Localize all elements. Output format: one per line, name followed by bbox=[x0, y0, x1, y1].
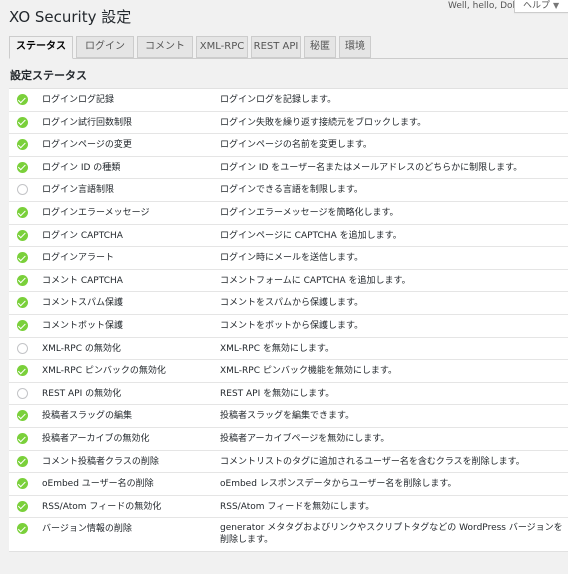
setting-name: 投稿者アーカイブの無効化 bbox=[42, 433, 150, 444]
check-circle-icon bbox=[17, 252, 28, 264]
status-row: ログインエラーメッセージ ログインエラーメッセージを簡略化します。 bbox=[9, 202, 568, 225]
status-row: ログインページの変更 ログインページの名前を変更します。 bbox=[9, 134, 568, 157]
setting-description: ログイン ID をユーザー名またはメールアドレスのどちらかに制限します。 bbox=[220, 162, 523, 173]
status-row: XML-RPC の無効化 XML-RPC を無効にします。 bbox=[9, 338, 568, 361]
check-circle-icon bbox=[17, 94, 28, 105]
setting-description: ログインログを記録します。 bbox=[220, 95, 337, 105]
status-row: XML-RPC ピンバックの無効化 XML-RPC ピンバック機能を無効にします。 bbox=[9, 360, 568, 383]
check-circle-icon bbox=[17, 500, 28, 512]
setting-description: コメントリストのタグに追加されるユーザー名を含むクラスを削除します。 bbox=[220, 456, 525, 467]
status-row: ログイン言語制限 ログインできる言語を制限します。 bbox=[9, 179, 568, 202]
help-tab-button[interactable]: ヘルプ ▼ bbox=[514, 0, 568, 13]
empty-circle-icon bbox=[17, 342, 28, 354]
setting-name: コメントボット保護 bbox=[42, 320, 124, 331]
section-title: 設定ステータス bbox=[10, 69, 87, 82]
user-greeting[interactable]: Well, hello, Dolly bbox=[448, 0, 523, 12]
setting-description: 投稿者スラッグを編集できます。 bbox=[220, 411, 355, 422]
settings-tabs: ステータス ログイン コメント XML-RPC REST API 秘匿 環境 bbox=[9, 36, 568, 59]
setting-name: ログイン ID の種類 bbox=[42, 162, 121, 173]
setting-description: ログインエラーメッセージを簡略化します。 bbox=[220, 207, 399, 218]
status-row: ログインログ記録 ログインログを記録します。 bbox=[9, 89, 568, 112]
setting-name: ログイン言語制限 bbox=[42, 185, 115, 196]
check-circle-icon bbox=[17, 410, 28, 422]
setting-description: ログイン時にメールを送信します。 bbox=[220, 253, 364, 264]
status-row: oEmbed ユーザー名の削除 oEmbed レスポンスデータからユーザー名を削除… bbox=[9, 473, 568, 496]
setting-name: ログイン CAPTCHA bbox=[42, 230, 123, 241]
status-row: ログインアラート ログイン時にメールを送信します。 bbox=[9, 247, 568, 270]
setting-name: ログインページの変更 bbox=[42, 140, 132, 151]
empty-circle-icon bbox=[17, 387, 28, 399]
status-row: RSS/Atom フィードの無効化 RSS/Atom フィードを無効にします。 bbox=[9, 496, 568, 519]
setting-name: XML-RPC の無効化 bbox=[42, 343, 121, 354]
status-row: バージョン情報の削除 generator メタタグおよびリンクやスクリプトタグなど… bbox=[9, 518, 568, 553]
setting-name: ログイン試行回数制限 bbox=[42, 117, 133, 128]
status-row: 投稿者アーカイブの無効化 投稿者アーカイブページを無効にします。 bbox=[9, 428, 568, 451]
check-circle-icon bbox=[17, 523, 28, 535]
setting-name: ログインエラーメッセージ bbox=[42, 207, 150, 218]
setting-name: コメント CAPTCHA bbox=[42, 275, 123, 286]
status-row: コメント CAPTCHA コメントフォームに CAPTCHA を追加します。 bbox=[9, 270, 568, 293]
setting-name: 投稿者スラッグの編集 bbox=[42, 411, 133, 422]
tab-login[interactable]: ログイン bbox=[76, 36, 134, 58]
setting-name: REST API の無効化 bbox=[42, 388, 122, 399]
caret-down-icon: ▼ bbox=[553, 1, 560, 10]
help-label: ヘルプ bbox=[523, 1, 551, 11]
check-circle-icon bbox=[17, 274, 28, 286]
setting-description: XML-RPC を無効にします。 bbox=[220, 343, 334, 354]
status-row: 投稿者スラッグの編集 投稿者スラッグを編集できます。 bbox=[9, 405, 568, 428]
setting-description: ログイン失敗を繰り返す接続元をブロックします。 bbox=[220, 117, 427, 128]
setting-description: RSS/Atom フィードを無効にします。 bbox=[220, 501, 375, 512]
status-row: コメントスパム保護 コメントをスパムから保護します。 bbox=[9, 292, 568, 315]
check-circle-icon bbox=[17, 206, 28, 218]
tab-xml-rpc[interactable]: XML-RPC bbox=[196, 36, 248, 58]
status-row: コメント投稿者クラスの削除 コメントリストのタグに追加されるユーザー名を含むクラス… bbox=[9, 451, 568, 474]
setting-description: コメントフォームに CAPTCHA を追加します。 bbox=[220, 275, 411, 286]
setting-description: generator メタタグおよびリンクやスクリプトタグなどの WordPres… bbox=[220, 523, 563, 546]
setting-name: ログインアラート bbox=[42, 253, 115, 264]
tab-secret[interactable]: 秘匿 bbox=[304, 36, 336, 58]
check-circle-icon bbox=[17, 229, 28, 241]
setting-description: REST API を無効にします。 bbox=[220, 388, 335, 399]
check-circle-icon bbox=[17, 116, 28, 128]
setting-name: バージョン情報の削除 bbox=[42, 524, 132, 535]
status-row: ログイン試行回数制限 ログイン失敗を繰り返す接続元をブロックします。 bbox=[9, 112, 568, 135]
setting-description: ログインできる言語を制限します。 bbox=[220, 185, 363, 196]
setting-name: コメント投稿者クラスの削除 bbox=[42, 456, 159, 467]
setting-name: ログインログ記録 bbox=[42, 95, 115, 105]
check-circle-icon bbox=[17, 297, 28, 309]
check-circle-icon bbox=[17, 478, 28, 490]
status-row: ログイン CAPTCHA ログインページに CAPTCHA を追加します。 bbox=[9, 225, 568, 248]
status-row: コメントボット保護 コメントをボットから保護します。 bbox=[9, 315, 568, 338]
setting-description: 投稿者アーカイブページを無効にします。 bbox=[220, 433, 390, 444]
check-circle-icon bbox=[17, 455, 28, 467]
setting-description: oEmbed レスポンスデータからユーザー名を削除します。 bbox=[220, 479, 457, 490]
setting-name: コメントスパム保護 bbox=[42, 298, 124, 309]
status-row: ログイン ID の種類 ログイン ID をユーザー名またはメールアドレスのどちらか… bbox=[9, 157, 568, 180]
check-circle-icon bbox=[17, 139, 28, 151]
empty-circle-icon bbox=[17, 184, 28, 196]
setting-description: XML-RPC ピンバック機能を無効にします。 bbox=[220, 366, 397, 377]
setting-name: RSS/Atom フィードの無効化 bbox=[42, 501, 162, 512]
setting-description: ログインページの名前を変更します。 bbox=[220, 140, 372, 151]
tab-rest-api[interactable]: REST API bbox=[251, 36, 301, 58]
check-circle-icon bbox=[17, 365, 28, 377]
check-circle-icon bbox=[17, 319, 28, 331]
setting-description: コメントをボットから保護します。 bbox=[220, 320, 364, 331]
setting-name: XML-RPC ピンバックの無効化 bbox=[42, 366, 166, 377]
setting-description: コメントをスパムから保護します。 bbox=[220, 298, 364, 309]
tab-status[interactable]: ステータス bbox=[9, 36, 73, 59]
tab-comment[interactable]: コメント bbox=[137, 36, 193, 58]
status-row: REST API の無効化 REST API を無効にします。 bbox=[9, 383, 568, 406]
setting-description: ログインページに CAPTCHA を追加します。 bbox=[220, 230, 402, 241]
setting-name: oEmbed ユーザー名の削除 bbox=[42, 479, 154, 490]
check-circle-icon bbox=[17, 161, 28, 173]
tab-environment[interactable]: 環境 bbox=[339, 36, 371, 58]
check-circle-icon bbox=[17, 432, 28, 444]
page-title: XO Security 設定 bbox=[9, 8, 132, 26]
status-table: ログインログ記録 ログインログを記録します。ログイン試行回数制限 ログイン失敗を繰り… bbox=[9, 88, 568, 553]
